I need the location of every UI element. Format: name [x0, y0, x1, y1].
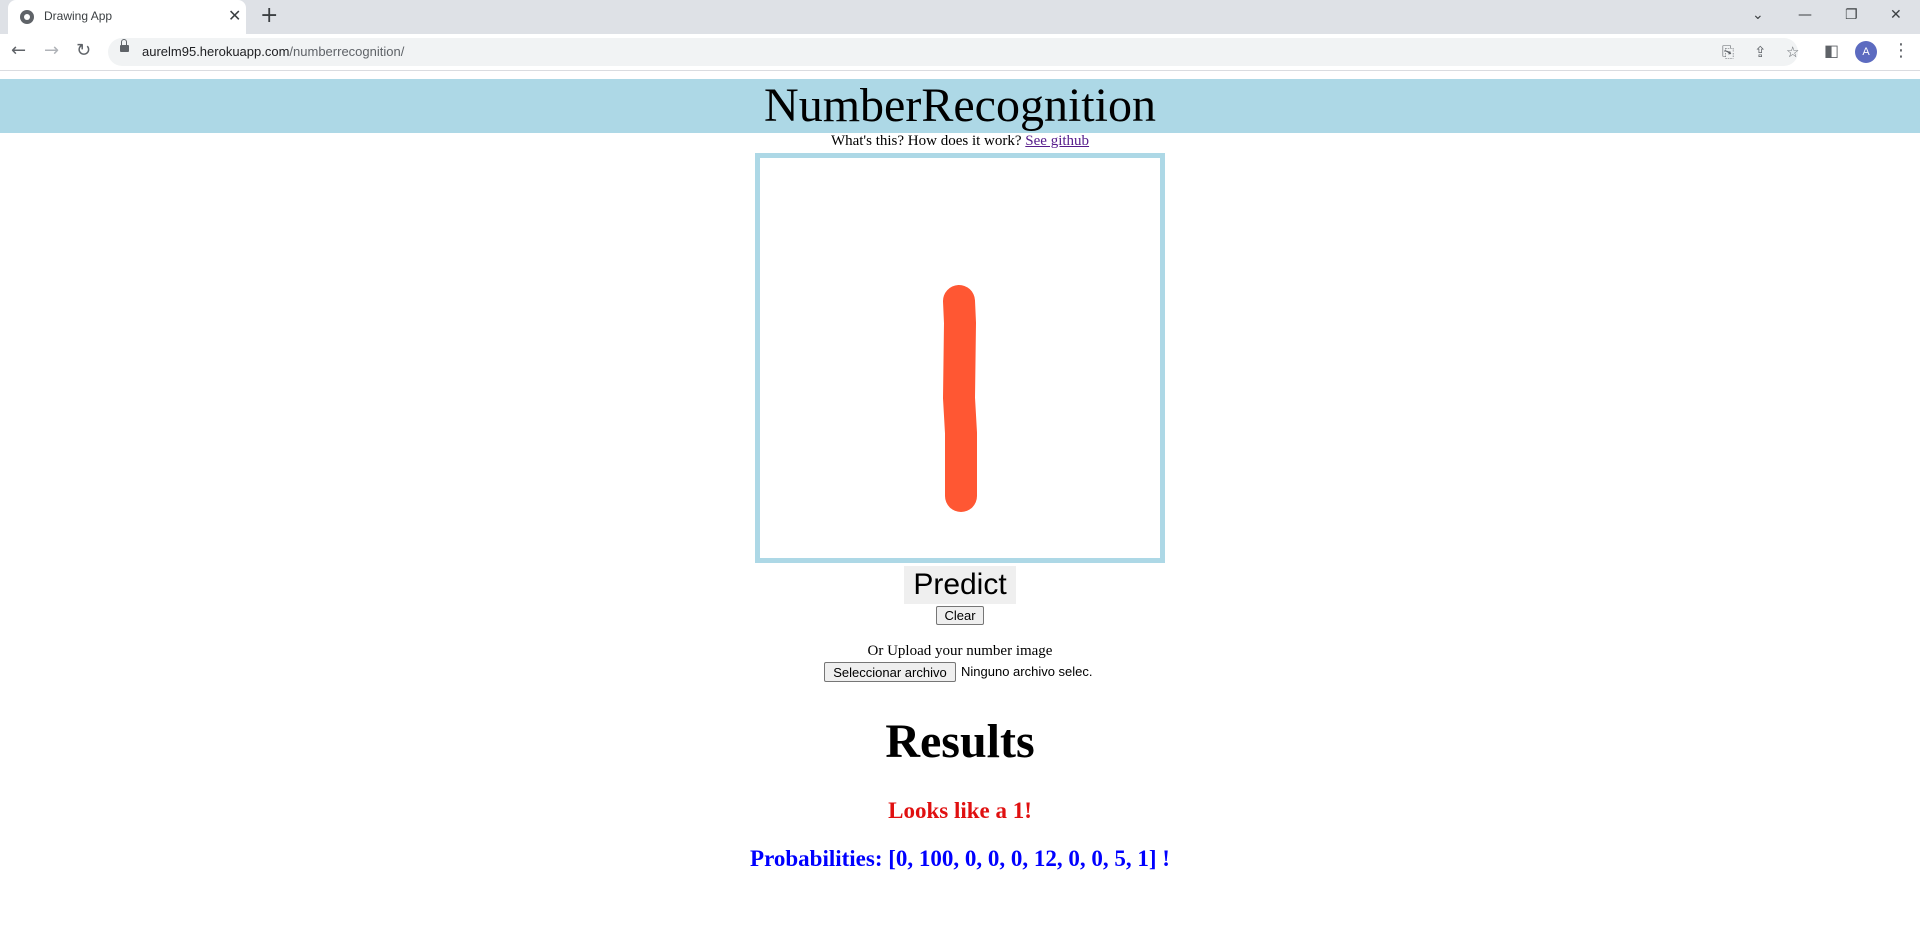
- address-bar[interactable]: aurelm95.herokuapp.com/numberrecognition…: [108, 38, 1799, 66]
- tab-search-chevron-icon[interactable]: ⌄: [1752, 5, 1764, 25]
- info-line: What's this? How does it work? See githu…: [0, 133, 1920, 150]
- results-heading: Results: [885, 715, 1035, 768]
- side-panel-icon[interactable]: ◧: [1824, 40, 1839, 62]
- file-status: Ninguno archivo selec.: [961, 664, 1093, 679]
- close-window-icon[interactable]: ✕: [1890, 5, 1902, 25]
- forward-icon[interactable]: →: [44, 40, 59, 62]
- close-tab-icon[interactable]: ✕: [228, 7, 241, 25]
- tab-title: Drawing App: [44, 9, 113, 23]
- browser-tab-strip: Drawing App ✕ + ⌄ — ❐ ✕: [0, 0, 1920, 34]
- page-title: NumberRecognition: [764, 79, 1156, 132]
- probabilities-text: Probabilities: [0, 100, 0, 0, 0, 12, 0, …: [750, 846, 1170, 871]
- share-icon[interactable]: ⇪: [1754, 41, 1767, 63]
- clear-button[interactable]: Clear: [936, 606, 984, 625]
- bookmark-star-icon[interactable]: ☆: [1786, 41, 1799, 63]
- browser-toolbar: ← → ↻ aurelm95.herokuapp.com/numberrecog…: [0, 34, 1920, 71]
- predict-button[interactable]: Predict: [904, 566, 1016, 604]
- drawn-stroke: [943, 285, 977, 512]
- globe-icon: [20, 10, 34, 24]
- browser-tab[interactable]: Drawing App ✕: [8, 0, 246, 34]
- restore-icon[interactable]: ❐: [1845, 5, 1858, 25]
- reload-icon[interactable]: ↻: [76, 40, 91, 62]
- url-path: /numberrecognition/: [289, 44, 405, 59]
- header-banner: NumberRecognition: [0, 79, 1920, 133]
- translate-icon[interactable]: ⎘: [1722, 41, 1734, 63]
- new-tab-icon[interactable]: +: [260, 4, 278, 28]
- lock-icon: [120, 39, 129, 53]
- back-icon[interactable]: ←: [11, 40, 26, 62]
- drawing-canvas[interactable]: [755, 153, 1165, 563]
- menu-kebab-icon[interactable]: ⋮: [1892, 40, 1910, 62]
- prediction-text: Looks like a 1!: [888, 798, 1032, 823]
- url-text[interactable]: aurelm95.herokuapp.com/numberrecognition…: [142, 44, 404, 59]
- url-domain: aurelm95.herokuapp.com: [142, 44, 290, 59]
- upload-label: Or Upload your number image: [867, 643, 1053, 659]
- info-text: What's this? How does it work?: [830, 133, 1026, 149]
- profile-avatar[interactable]: A: [1855, 41, 1877, 63]
- digit-stroke: [943, 285, 977, 512]
- choose-file-button[interactable]: Seleccionar archivo: [824, 662, 956, 682]
- github-link[interactable]: See github: [1025, 133, 1089, 149]
- minimize-icon[interactable]: —: [1798, 5, 1812, 25]
